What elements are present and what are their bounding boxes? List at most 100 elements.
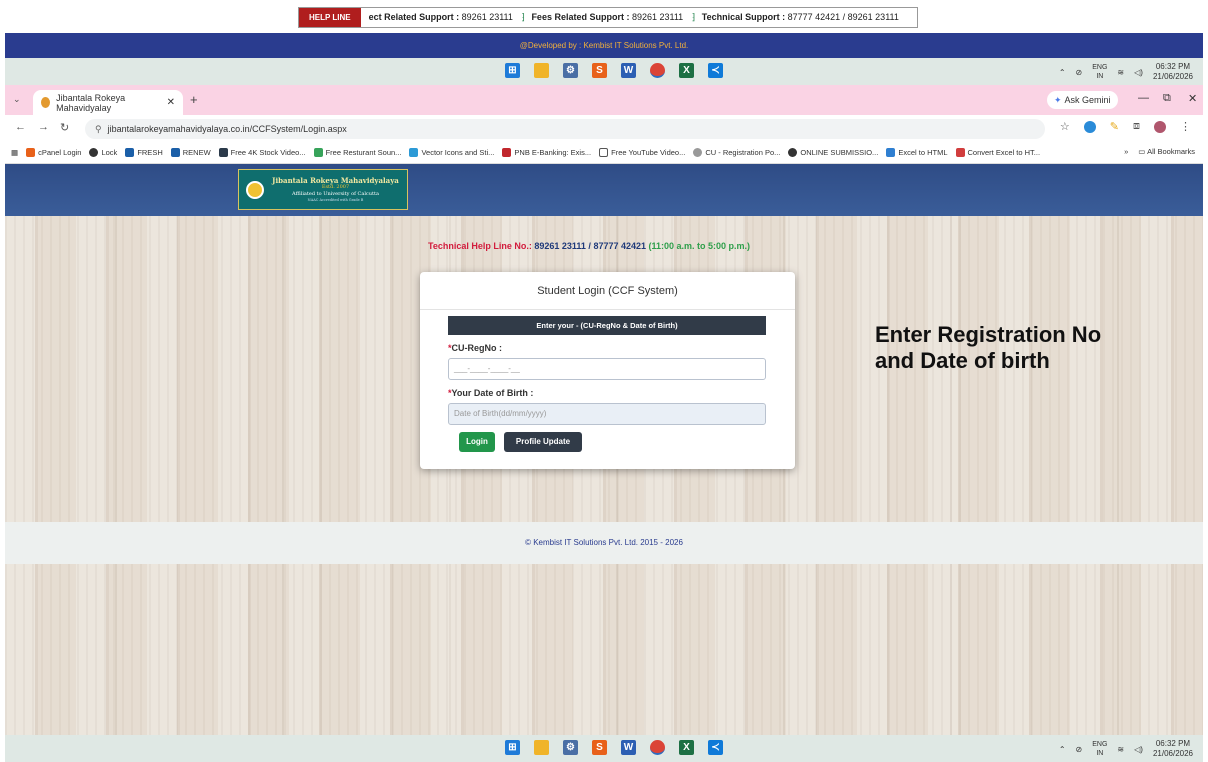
settings-icon[interactable]: ⚙ (563, 63, 578, 78)
pen-extension-icon[interactable]: ✎ (1110, 120, 1119, 133)
clock-time: 06:32 PM (1155, 62, 1191, 71)
word-icon[interactable]: W (621, 63, 636, 78)
ticker-fees-number: 89261 23111 (631, 12, 684, 22)
bookmark-item[interactable]: Free 4K Stock Video... (218, 148, 306, 157)
windows-start-icon[interactable]: ⊞ (505, 63, 520, 78)
bookmark-item[interactable]: Free YouTube Video... (599, 148, 685, 157)
regno-input[interactable]: ___-____-____-__ (448, 358, 766, 380)
tab-title: Jibantala Rokeya Mahavidyalay (56, 92, 126, 113)
language-indicator[interactable]: ENG IN (1092, 740, 1107, 758)
minimize-icon[interactable]: — (1138, 92, 1149, 104)
bookmark-label: FRESH (137, 148, 163, 157)
bookmark-item[interactable]: CU - Registration Po... (693, 148, 780, 157)
chrome-icon[interactable] (650, 63, 665, 78)
excel-icon[interactable]: X (679, 740, 694, 755)
bookmarks-bar: ▦ cPanel Login Lock FRESH RENEW Free 4K … (5, 142, 1203, 164)
bookmark-label: Free Resturant Soun... (325, 148, 402, 157)
tab-list-icon[interactable]: ⌄ (13, 94, 21, 105)
window-close-icon[interactable]: ✕ (1188, 92, 1197, 105)
settings-icon[interactable]: ⚙ (563, 740, 578, 755)
file-explorer-icon[interactable] (534, 63, 549, 78)
language-indicator[interactable]: ENG IN (1092, 63, 1107, 81)
bookmark-item[interactable]: Free Resturant Soun... (313, 148, 402, 157)
dob-input[interactable]: Date of Birth(dd/mm/yyyy) (448, 403, 766, 425)
site-info-icon[interactable]: ⚲ (95, 124, 102, 135)
bookmark-item[interactable]: cPanel Login (26, 148, 81, 157)
all-bookmarks-label: All Bookmarks (1147, 147, 1195, 156)
url-input[interactable]: ⚲ jibantalarokeyamahavidyalaya.co.in/CCF… (85, 119, 1045, 139)
extension-icon[interactable] (1083, 120, 1096, 133)
logo-name: Jibantala Rokeya Mahavidyalaya (272, 176, 399, 185)
vscode-icon[interactable]: ≺ (708, 63, 723, 78)
bookmark-label: Convert Excel to HT... (967, 148, 1041, 157)
volume-icon[interactable]: ◁) (1134, 745, 1143, 754)
regno-label-text: CU-RegNo : (451, 343, 503, 353)
browser-tab[interactable]: Jibantala Rokeya Mahavidyalay ✕ (33, 90, 183, 115)
tab-close-icon[interactable]: ✕ (167, 97, 175, 108)
back-icon[interactable]: ← (15, 121, 26, 133)
network-off-icon[interactable]: ⊘ (1076, 745, 1083, 754)
extensions-puzzle-icon[interactable]: ⧈ (1133, 120, 1140, 133)
bookmark-star-icon[interactable]: ☆ (1060, 120, 1070, 133)
bookmark-item[interactable]: RENEW (170, 148, 211, 157)
ask-gemini-button[interactable]: ✦ Ask Gemini (1047, 91, 1118, 109)
new-tab-icon[interactable]: + (190, 92, 198, 107)
forward-icon[interactable]: → (38, 121, 49, 133)
chevron-up-icon[interactable]: ⌃ (1059, 745, 1066, 754)
network-off-icon[interactable]: ⊘ (1076, 68, 1083, 77)
menu-kebab-icon[interactable]: ⋮ (1180, 120, 1191, 133)
logo-estd: Estd. 2007 (321, 184, 350, 190)
bookmark-item[interactable]: Excel to HTML (886, 148, 948, 157)
sublime-icon[interactable]: S (592, 740, 607, 755)
sublime-icon[interactable]: S (592, 63, 607, 78)
clock[interactable]: 06:32 PM 21/06/2026 (1153, 739, 1193, 759)
apps-grid-icon[interactable]: ▦ (11, 148, 18, 157)
annotation-text: Enter Registration No and Date of birth (875, 322, 1101, 374)
taskbar-bottom: ⊞ ⚙ S W X ≺ ⌃ ⊘ ENG IN ≋ ◁) 06:32 PM 21/… (5, 735, 1203, 762)
windows-start-icon[interactable]: ⊞ (505, 740, 520, 755)
toolbar-right: ☆ ✎ ⧈ ⋮ (1060, 120, 1191, 133)
ticker-tech-number: 87777 42421 / 89261 23111 (787, 12, 899, 22)
clock[interactable]: 06:32 PM 21/06/2026 (1153, 62, 1193, 82)
excel-icon[interactable]: X (679, 63, 694, 78)
helpline-hours: (11:00 a.m. to 5:00 p.m.) (648, 241, 751, 251)
bookmark-item[interactable]: Convert Excel to HT... (955, 148, 1041, 157)
more-bookmarks-icon[interactable]: » (1124, 147, 1128, 156)
ticker-separator-icon: ⁆ (691, 12, 696, 22)
bookmark-label: ONLINE SUBMISSIO... (800, 148, 879, 157)
screen: HELP LINE ect Related Support : 89261 23… (0, 0, 1208, 762)
bookmark-label: PNB E-Banking: Exis... (514, 148, 592, 157)
url-text: jibantalarokeyamahavidyalaya.co.in/CCFSy… (107, 124, 347, 134)
bookmark-item[interactable]: PNB E-Banking: Exis... (502, 148, 591, 157)
ticker-tech-label: Technical Support : (701, 12, 786, 22)
restore-icon[interactable]: ⧉ (1163, 92, 1171, 105)
all-bookmarks-button[interactable]: ▭ All Bookmarks (1138, 147, 1195, 156)
login-title: Student Login (CCF System) (420, 272, 795, 310)
vscode-icon[interactable]: ≺ (708, 740, 723, 755)
bookmark-item[interactable]: Lock (89, 148, 117, 157)
bookmark-label: Free 4K Stock Video... (230, 148, 306, 157)
college-emblem-icon (246, 180, 264, 199)
bookmark-item[interactable]: FRESH (125, 148, 163, 157)
reload-icon[interactable]: ↻ (60, 121, 69, 134)
profile-update-button[interactable]: Profile Update (504, 432, 582, 452)
dob-label-text: Your Date of Birth : (451, 388, 534, 398)
volume-icon[interactable]: ◁) (1134, 68, 1143, 77)
favicon-icon (41, 97, 51, 108)
bookmark-label: Lock (101, 148, 118, 157)
wifi-icon[interactable]: ≋ (1117, 68, 1124, 77)
word-icon[interactable]: W (621, 740, 636, 755)
bookmark-item[interactable]: ONLINE SUBMISSIO... (788, 148, 878, 157)
college-logo[interactable]: Jibantala Rokeya Mahavidyalaya Estd. 200… (238, 169, 408, 210)
logo-accreditation: NAAC Accredited with Grade B (307, 198, 364, 202)
file-explorer-icon[interactable] (534, 740, 549, 755)
bookmark-item[interactable]: Vector Icons and Sti... (409, 148, 494, 157)
wifi-icon[interactable]: ≋ (1117, 745, 1124, 754)
chrome-icon[interactable] (650, 740, 665, 755)
login-button[interactable]: Login (459, 432, 495, 452)
helpline-ticker: HELP LINE ect Related Support : 89261 23… (298, 7, 918, 28)
profile-avatar[interactable] (1154, 120, 1166, 133)
chevron-up-icon[interactable]: ⌃ (1059, 68, 1066, 77)
developer-bar: @Developed by : Kembist IT Solutions Pvt… (5, 33, 1203, 58)
system-tray: ⌃ ⊘ ENG IN ≋ ◁) 06:32 PM 21/06/2026 (1059, 62, 1193, 82)
